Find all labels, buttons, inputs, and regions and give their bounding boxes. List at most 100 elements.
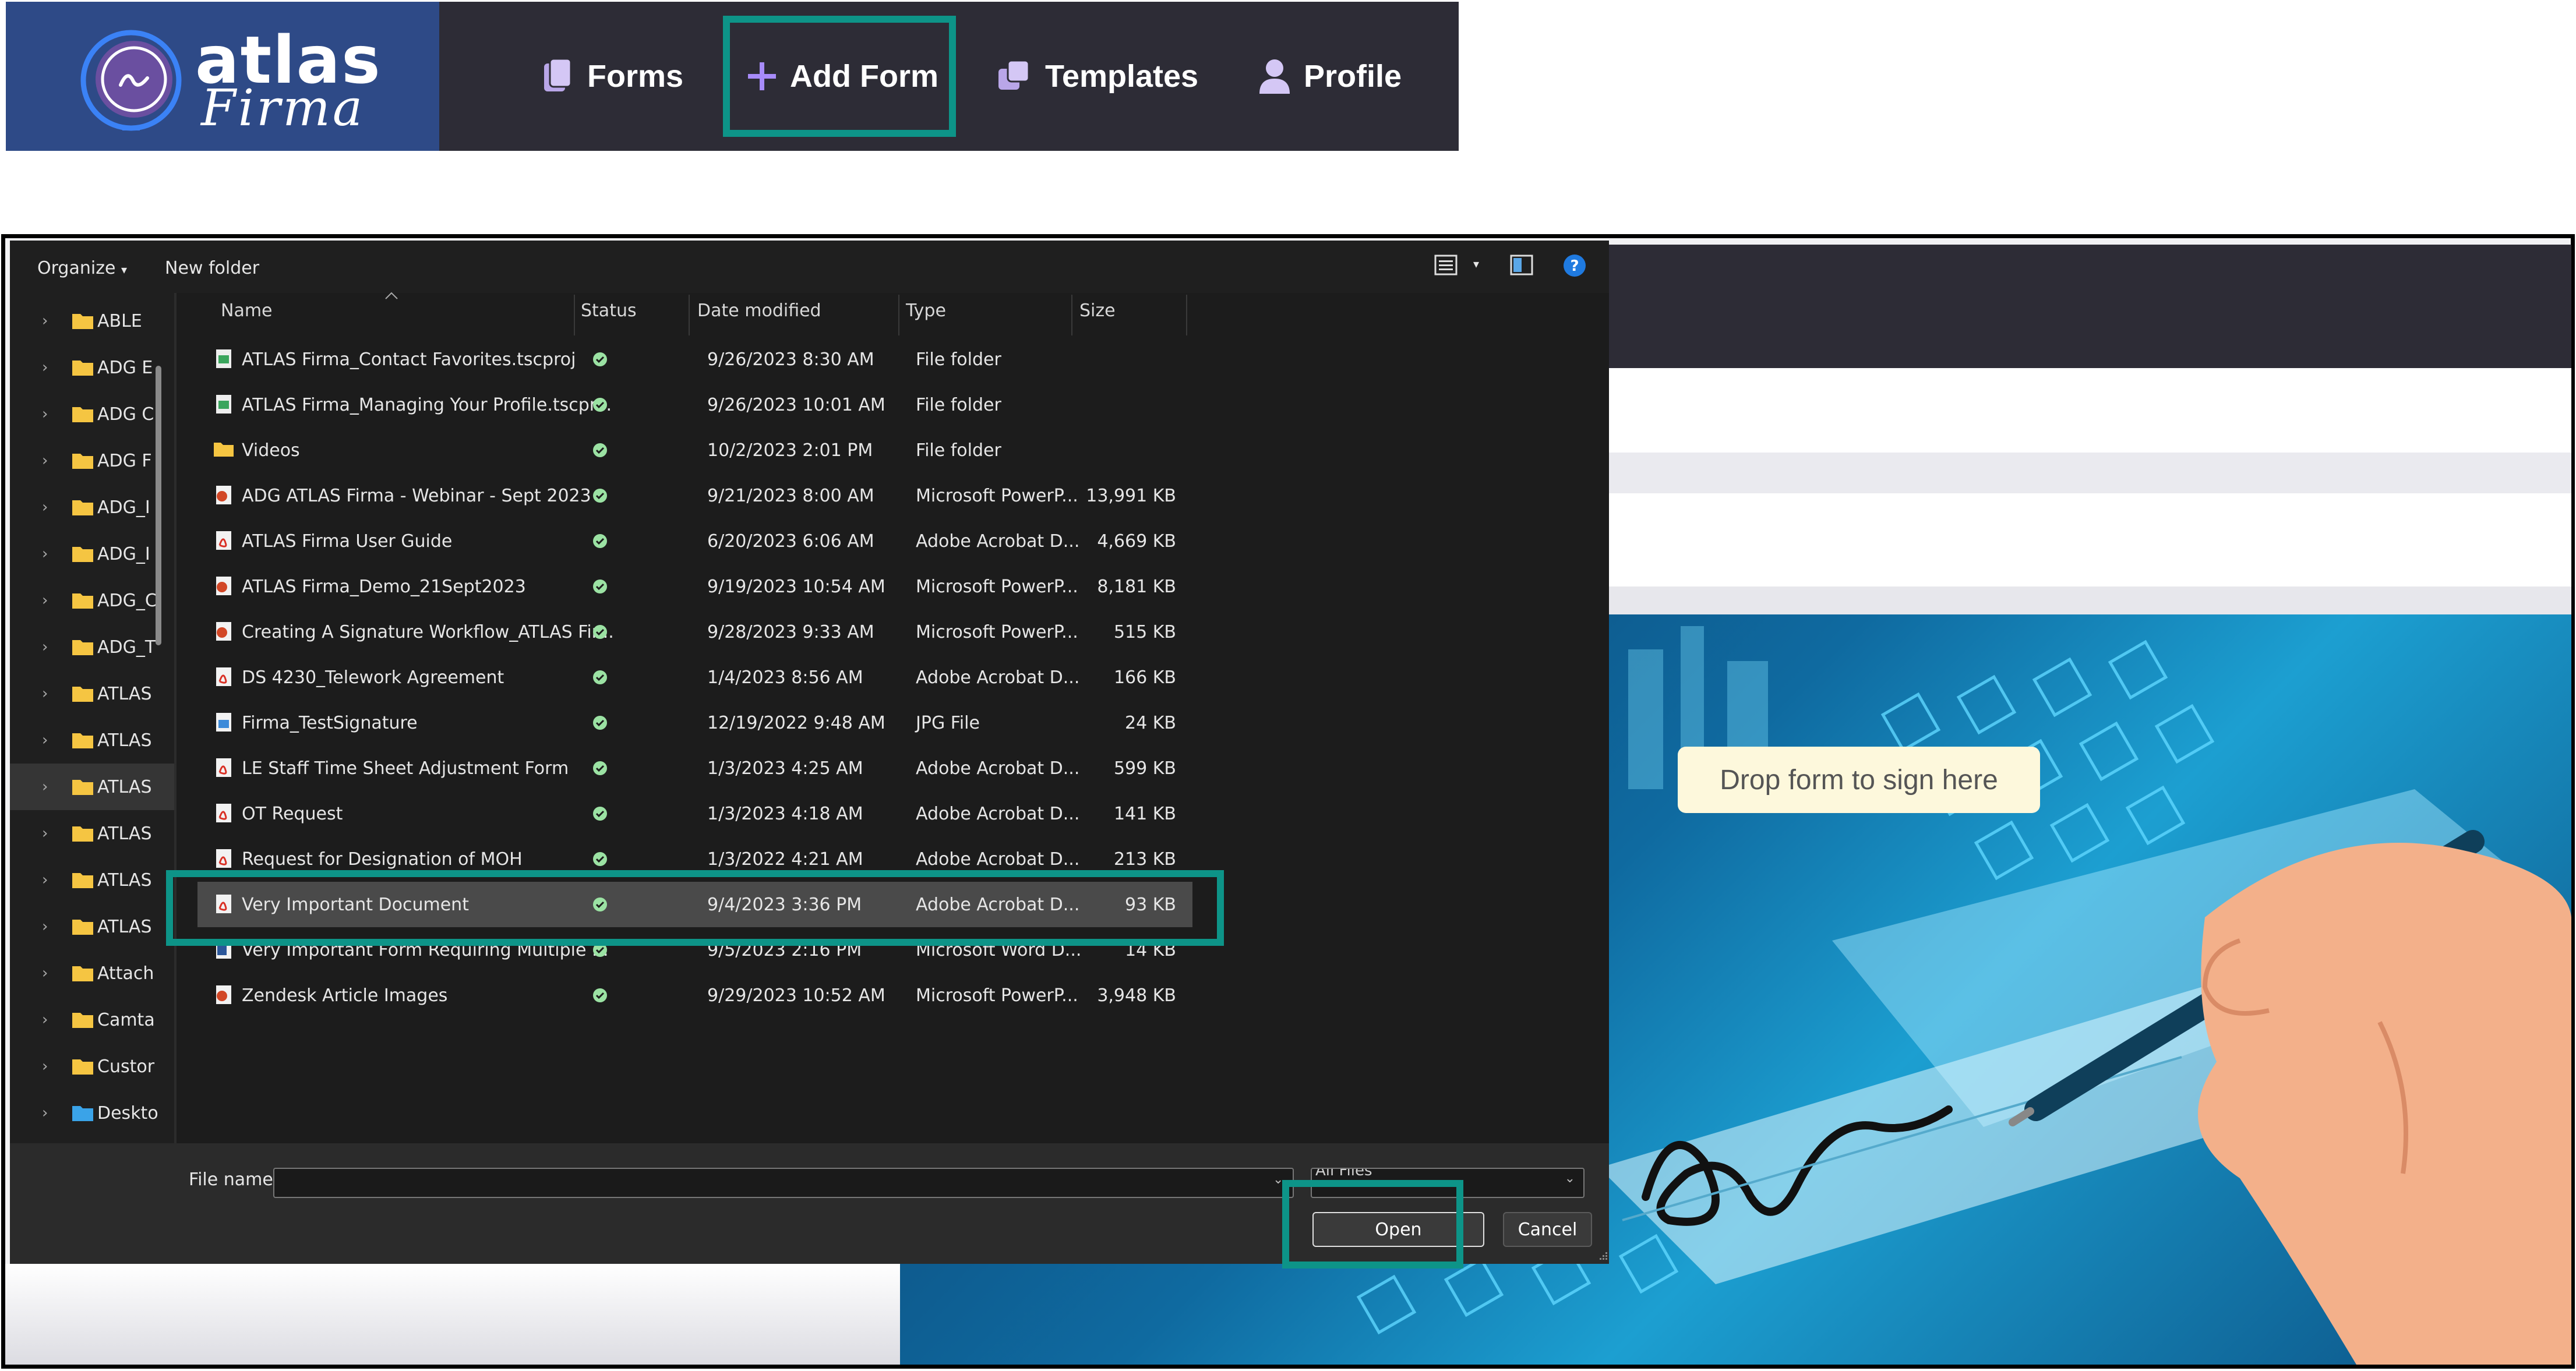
file-row[interactable]: Videos 10/2/2023 2:01 PM File folder: [197, 427, 1192, 473]
nav-profile-label: Profile: [1304, 59, 1402, 94]
project-icon: [216, 395, 231, 414]
nav-templates[interactable]: Templates: [996, 2, 1198, 151]
nav-folder-item[interactable]: › ATLAS: [10, 857, 174, 903]
folder-icon: [72, 361, 93, 376]
file-size: 166 KB: [1113, 667, 1176, 688]
chevron-right-icon[interactable]: ›: [42, 825, 48, 842]
file-row[interactable]: Firma_TestSignature 12/19/2022 9:48 AM JPG…: [197, 700, 1192, 745]
nav-folder-item[interactable]: › ADG F: [10, 437, 174, 484]
chevron-right-icon[interactable]: ›: [42, 1058, 48, 1075]
file-row[interactable]: ATLAS Firma_Contact Favorites.tscproj 9/2…: [197, 337, 1192, 382]
nav-profile[interactable]: Profile: [1258, 2, 1402, 151]
nav-folder-item[interactable]: › ATLAS: [10, 670, 174, 717]
organize-menu[interactable]: Organize ▾: [37, 258, 127, 278]
logo[interactable]: atlas Firma: [6, 2, 439, 151]
file-size: 8,181 KB: [1097, 576, 1176, 597]
cancel-button[interactable]: Cancel: [1503, 1212, 1592, 1247]
nav-folder-label: ADG F: [97, 450, 152, 471]
column-separator[interactable]: [898, 295, 899, 335]
folder-icon: [72, 873, 93, 888]
chevron-right-icon[interactable]: ›: [42, 499, 48, 516]
pdf-icon: [216, 531, 231, 550]
chevron-right-icon[interactable]: ›: [42, 1011, 48, 1029]
chevron-right-icon[interactable]: ›: [42, 638, 48, 656]
navigation-pane[interactable]: › ABLE › ADG E › ADG C › ADG F › ADG_I › ADG_I › ADG_…: [10, 293, 174, 1195]
chevron-right-icon[interactable]: ›: [42, 359, 48, 376]
nav-folder-item[interactable]: › ABLE: [10, 298, 174, 344]
chevron-right-icon[interactable]: ›: [42, 545, 48, 563]
file-date: 9/21/2023 8:00 AM: [707, 485, 874, 506]
column-separator[interactable]: [1071, 295, 1072, 335]
nav-folder-item[interactable]: › Attach: [10, 950, 174, 997]
file-row[interactable]: DS 4230_Telework Agreement 1/4/2023 8:56 …: [197, 655, 1192, 700]
file-row[interactable]: LE Staff Time Sheet Adjustment Form 1/3/2…: [197, 745, 1192, 791]
forms-icon: [544, 58, 572, 91]
resize-grip-icon[interactable]: [1597, 1251, 1608, 1262]
file-name-input[interactable]: [273, 1168, 1294, 1198]
chevron-right-icon[interactable]: ›: [42, 918, 48, 935]
nav-folder-item[interactable]: › Deskto: [10, 1090, 174, 1136]
preview-pane-button[interactable]: [1510, 253, 1533, 281]
chevron-right-icon[interactable]: ›: [42, 732, 48, 749]
file-name: Videos: [242, 440, 300, 461]
column-header-status[interactable]: Status: [581, 293, 637, 328]
chevron-right-icon[interactable]: ›: [42, 312, 48, 330]
chevron-right-icon[interactable]: ›: [42, 405, 48, 423]
nav-folder-item[interactable]: › ATLAS: [10, 717, 174, 764]
chevron-right-icon[interactable]: ›: [42, 452, 48, 469]
status-synced-icon: [592, 427, 608, 473]
chevron-right-icon[interactable]: ›: [42, 871, 48, 889]
powerpoint-icon: [216, 622, 231, 641]
nav-folder-item[interactable]: › Custor: [10, 1043, 174, 1090]
column-separator[interactable]: [574, 295, 575, 335]
nav-folder-item[interactable]: › ADG_T: [10, 624, 174, 670]
file-type: Microsoft PowerP...: [916, 576, 1078, 597]
view-dropdown[interactable]: ▾: [1473, 257, 1479, 271]
column-header-type[interactable]: Type: [906, 293, 946, 328]
file-date: 1/3/2023 4:25 AM: [707, 758, 863, 779]
navigation-scrollbar[interactable]: [156, 366, 161, 645]
column-header-name[interactable]: Name: [221, 293, 273, 328]
nav-folder-item[interactable]: › ADG_I: [10, 484, 174, 531]
nav-folder-item[interactable]: › ADG C: [10, 391, 174, 437]
chevron-right-icon[interactable]: ›: [42, 778, 48, 796]
folder-icon: [72, 687, 93, 702]
chevron-right-icon[interactable]: ›: [42, 592, 48, 609]
nav-folder-item[interactable]: › ATLAS: [10, 810, 174, 857]
nav-folder-item[interactable]: › ATLAS: [10, 764, 174, 810]
file-row[interactable]: Creating A Signature Workflow_ATLAS Fir.…: [197, 609, 1192, 655]
nav-folder-label: ATLAS: [97, 916, 152, 937]
nav-forms[interactable]: Forms: [542, 2, 683, 151]
status-synced-icon: [592, 791, 608, 836]
help-button[interactable]: ?: [1562, 253, 1587, 282]
globe-logo-icon: [80, 30, 182, 131]
view-options-button[interactable]: [1434, 253, 1460, 281]
chevron-right-icon[interactable]: ›: [42, 685, 48, 702]
new-folder-button[interactable]: New folder: [165, 258, 259, 278]
column-separator[interactable]: [1186, 295, 1187, 335]
nav-folder-item[interactable]: › ATLAS: [10, 903, 174, 950]
file-row[interactable]: ADG ATLAS Firma - Webinar - Sept 2023 9/2…: [197, 473, 1192, 518]
nav-folder-label: ADG C: [97, 404, 154, 425]
drop-zone[interactable]: Drop form to sign here: [1678, 747, 2040, 813]
file-row[interactable]: OT Request 1/3/2023 4:18 AM Adobe Acrobat …: [197, 791, 1192, 836]
file-row[interactable]: Zendesk Article Images 9/29/2023 10:52 AM…: [197, 973, 1192, 1018]
column-header-size[interactable]: Size: [1079, 293, 1116, 328]
file-type: File folder: [916, 349, 1001, 370]
pane-divider[interactable]: [174, 293, 177, 1195]
file-row[interactable]: ATLAS Firma_Demo_21Sept2023 9/19/2023 10:…: [197, 564, 1192, 609]
folder-icon: [214, 443, 234, 457]
chevron-down-icon: ▾: [1473, 257, 1480, 271]
chevron-right-icon[interactable]: ›: [42, 1104, 48, 1122]
file-size: 4,669 KB: [1097, 531, 1176, 552]
file-row[interactable]: ATLAS Firma User Guide 6/20/2023 6:06 AM A…: [197, 518, 1192, 564]
nav-folder-item[interactable]: › Camta: [10, 997, 174, 1043]
file-row[interactable]: ATLAS Firma_Managing Your Profile.tscpr.…: [197, 382, 1192, 427]
nav-folder-item[interactable]: › ADG E: [10, 344, 174, 391]
file-size: [1095, 382, 1176, 427]
column-separator[interactable]: [689, 295, 690, 335]
nav-folder-item[interactable]: › ADG_I: [10, 531, 174, 577]
column-header-date[interactable]: Date modified: [697, 293, 821, 328]
chevron-right-icon[interactable]: ›: [42, 964, 48, 982]
nav-folder-item[interactable]: › ADG_C: [10, 577, 174, 624]
